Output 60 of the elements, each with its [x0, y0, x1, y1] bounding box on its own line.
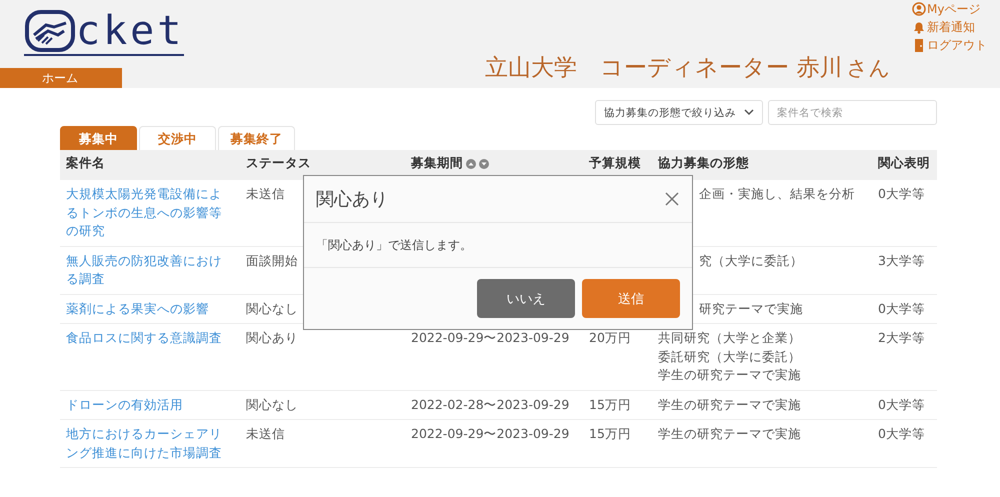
budget-cell: 15万円 — [589, 426, 631, 441]
status-tab[interactable]: 募集中 — [60, 126, 137, 150]
interest-cell: 3大学等 — [878, 252, 925, 268]
column-header[interactable]: ステータス — [246, 155, 311, 172]
form-cell-text: 究（大学に委託） — [699, 252, 804, 270]
project-link[interactable]: 薬剤による果実への影響 — [66, 300, 230, 318]
user-link[interactable]: Myページ — [912, 0, 987, 18]
period-cell: 2022-09-29〜2023-09-29 — [411, 330, 570, 345]
filter-dropdown[interactable]: 協力募集の形態で絞り込み — [595, 100, 763, 125]
user-icon — [912, 2, 926, 16]
close-icon[interactable] — [664, 191, 680, 207]
user-link[interactable]: ログアウト — [912, 36, 987, 54]
budget-cell: 15万円 — [589, 396, 631, 412]
door-icon — [912, 38, 926, 52]
user-link[interactable]: 新着通知 — [912, 18, 987, 36]
interest-cell: 0大学等 — [878, 396, 925, 412]
sort-up-icon[interactable] — [466, 158, 476, 168]
dialog-message: 「関心あり」で送信します。 — [316, 236, 472, 254]
project-link[interactable]: 食品ロスに関する意識調査 — [66, 329, 230, 348]
project-link[interactable]: 大規模太陽光発電設備によるトンボの生息への影響等の研究 — [66, 185, 230, 240]
dialog-title: 関心あり — [316, 188, 388, 211]
bell-icon — [912, 20, 926, 34]
form-cell-text: 企画・実施し、結果を分析 — [699, 185, 856, 203]
form-cell-text: 研究テーマで実施 — [699, 300, 804, 318]
interest-cell: 2大学等 — [878, 330, 925, 345]
sort-down-icon[interactable] — [479, 158, 489, 168]
column-header[interactable]: 関心表明 — [878, 155, 930, 172]
logo-text: cket — [76, 9, 184, 53]
status-cell: 面談開始 — [246, 252, 298, 268]
column-header[interactable]: 協力募集の形態 — [658, 155, 749, 172]
status-cell: 関心なし — [246, 396, 298, 412]
search-field[interactable]: 案件名で検索 — [768, 100, 937, 125]
status-cell: 未送信 — [246, 186, 285, 201]
status-cell: 関心あり — [246, 330, 298, 345]
form-cell-text: 学生の研究テーマで実施 — [658, 425, 802, 443]
column-header[interactable]: 案件名 — [66, 155, 105, 172]
column-header[interactable]: 予算規模 — [589, 155, 641, 172]
form-cell-text: 学生の研究テーマで実施 — [658, 366, 802, 384]
form-cell-text: 共同研究（大学と企業） — [658, 329, 802, 347]
form-cell-text: 委託研究（大学に委託） — [658, 348, 802, 366]
home-tab[interactable]: ホーム — [0, 68, 122, 88]
project-link[interactable]: 無人販売の防犯改善における調査 — [66, 252, 230, 288]
interest-cell: 0大学等 — [878, 186, 925, 201]
project-link[interactable]: ドローンの有効活用 — [66, 396, 230, 414]
budget-cell: 20万円 — [589, 330, 631, 345]
send-button[interactable]: 送信 — [582, 279, 680, 318]
chevron-down-icon — [744, 109, 754, 116]
period-cell: 2022-09-29〜2023-09-29 — [411, 426, 570, 441]
interest-cell: 0大学等 — [878, 426, 925, 441]
column-header[interactable]: 募集期間 — [411, 155, 463, 172]
handshake-logo-icon — [24, 9, 76, 53]
project-link[interactable]: 地方におけるカーシェアリング推進に向けた市場調査 — [66, 425, 230, 462]
period-cell: 2022-02-28〜2023-09-29 — [411, 396, 570, 412]
heading-suffix: さん — [846, 56, 890, 80]
status-cell: 関心なし — [246, 300, 298, 316]
interest-cell: 0大学等 — [878, 300, 925, 316]
page-heading: 立山大学 コーディネーター 赤川 — [485, 55, 842, 81]
cancel-button[interactable]: いいえ — [477, 279, 575, 318]
form-cell-text: 学生の研究テーマで実施 — [658, 396, 802, 414]
status-cell: 未送信 — [246, 426, 285, 441]
